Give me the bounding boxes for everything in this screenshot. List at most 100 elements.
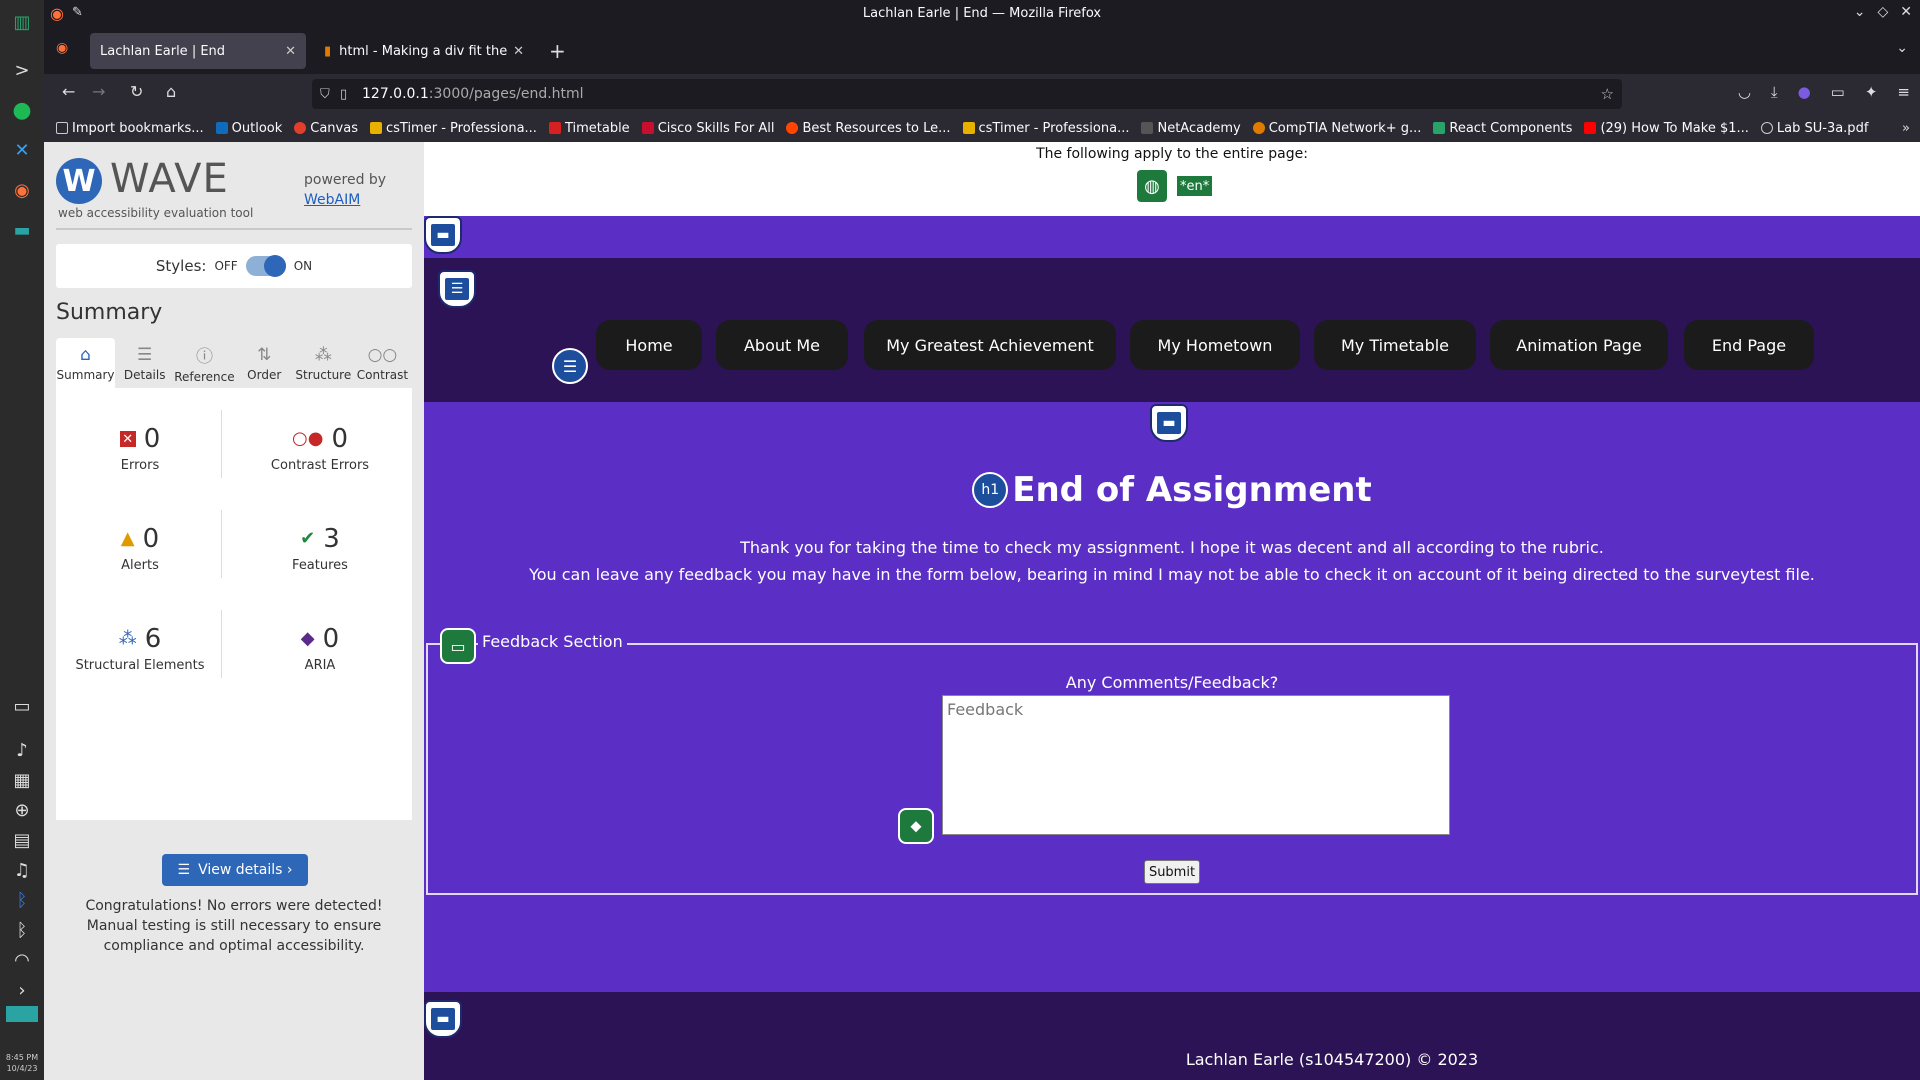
nav-hometown-button[interactable]: My Hometown <box>1130 320 1300 370</box>
tab-html-making-div[interactable]: ▮ html - Making a div fit the i ✕ <box>314 33 534 69</box>
pocket-icon[interactable]: ◡ <box>1738 83 1751 101</box>
clipboard-icon[interactable]: ▤ <box>8 826 36 854</box>
errors-stat[interactable]: ✕ 0 Errors <box>60 424 220 473</box>
list-tabs-icon[interactable]: ⌄ <box>1896 40 1908 56</box>
url-bar[interactable]: ⛉ ▯ 127.0.0.1:3000/pages/end.html ☆ <box>312 79 1622 109</box>
bookmark-item[interactable]: Canvas <box>294 121 358 136</box>
tab-summary[interactable]: ⌂ Summary <box>56 338 116 388</box>
structural-elements-stat[interactable]: ⁂ 6 Structural Elements <box>60 624 220 673</box>
page-content: The following apply to the entire page: … <box>424 142 1920 1080</box>
intro-paragraph-2: You can leave any feedback you may have … <box>529 565 1815 584</box>
tab-structure[interactable]: ⁂ Structure <box>294 338 353 388</box>
tab-order[interactable]: ⇅ Order <box>235 338 294 388</box>
page-info-text: The following apply to the entire page: <box>1036 146 1308 162</box>
minimize-icon[interactable]: ⌄ <box>1854 4 1866 20</box>
contrast-errors-stat[interactable]: ○● 0 Contrast Errors <box>240 424 400 473</box>
bookmark-star-icon[interactable]: ☆ <box>1601 85 1614 103</box>
bookmark-item[interactable]: Best Resources to Le... <box>786 121 951 136</box>
tab-close-icon[interactable]: ✕ <box>285 44 296 59</box>
firefox-view-icon[interactable]: ◉ <box>56 40 68 56</box>
bookmark-item[interactable]: Import bookmarks... <box>56 121 204 136</box>
header-region-icon[interactable]: ▬ <box>424 216 462 254</box>
forward-icon[interactable]: → <box>92 82 105 101</box>
nav-greatest-achievement-button[interactable]: My Greatest Achievement <box>864 320 1116 370</box>
profile-icon[interactable]: ● <box>1798 83 1811 101</box>
desktop-icon[interactable]: ▭ <box>8 692 36 720</box>
home-icon[interactable]: ⌂ <box>166 82 176 101</box>
clock-date: 10/4/23 <box>6 1063 38 1073</box>
footer-region-icon[interactable]: ▬ <box>424 1000 462 1038</box>
firefox-icon[interactable]: ◉ <box>8 176 36 204</box>
tab-bar: ◉ Lachlan Earle | End ✕ ▮ html - Making … <box>44 28 1920 74</box>
reddit-icon <box>786 122 799 134</box>
tab-close-icon[interactable]: ✕ <box>513 44 524 59</box>
bookmark-item[interactable]: NetAcademy <box>1141 121 1241 136</box>
language-globe-icon[interactable]: ◍ <box>1137 170 1167 202</box>
tab-reference[interactable]: ⓘ Reference <box>174 338 234 388</box>
divider <box>56 228 412 230</box>
webaim-link[interactable]: WebAIM <box>304 192 360 208</box>
notifications-icon[interactable]: ♪ <box>8 736 36 764</box>
reload-icon[interactable]: ↻ <box>130 82 143 101</box>
bookmark-item[interactable]: csTimer - Professiona... <box>962 121 1129 136</box>
feedback-textarea[interactable]: Feedback <box>942 695 1450 835</box>
bookmark-item[interactable]: (29) How To Make $1... <box>1584 121 1749 136</box>
nav-home-button[interactable]: Home <box>596 320 702 370</box>
bluetooth-alt-icon[interactable]: ᛒ <box>8 916 36 944</box>
info-icon: ⓘ <box>195 347 213 367</box>
unordered-list-icon[interactable]: ☰ <box>552 348 588 384</box>
bookmark-item[interactable]: csTimer - Professiona... <box>369 121 537 136</box>
vscode-icon[interactable]: ✕ <box>8 136 36 164</box>
app-grid-icon[interactable]: ▦ <box>8 766 36 794</box>
new-tab-icon[interactable]: + <box>549 39 566 63</box>
bookmark-item[interactable]: CompTIA Network+ g... <box>1252 121 1421 136</box>
expand-icon[interactable]: › <box>8 976 36 1004</box>
aria-stat[interactable]: ◆ 0 ARIA <box>240 624 400 673</box>
bookmark-item[interactable]: React Components <box>1433 121 1572 136</box>
extensions-icon[interactable]: ✦ <box>1865 83 1878 101</box>
order-icon: ⇅ <box>257 344 272 365</box>
main-region-icon[interactable]: ▬ <box>1150 404 1188 442</box>
language-badge[interactable]: *en* <box>1177 176 1213 196</box>
close-icon[interactable]: ✕ <box>1900 4 1912 20</box>
desktop-switcher-icon[interactable] <box>6 1006 38 1022</box>
nav-animation-button[interactable]: Animation Page <box>1490 320 1668 370</box>
app-menu-icon[interactable]: ▥ <box>8 8 36 36</box>
volume-icon[interactable]: ♫ <box>8 856 36 884</box>
alerts-stat[interactable]: ▲ 0 Alerts <box>60 524 220 573</box>
terminal-icon[interactable]: > <box>8 56 36 84</box>
shield-icon[interactable]: ⛉ <box>320 87 330 102</box>
tab-details[interactable]: ☰ Details <box>115 338 174 388</box>
bookmark-item[interactable]: Outlook <box>215 121 282 136</box>
fieldset-icon[interactable]: ▭ <box>440 628 476 664</box>
spotify-icon[interactable]: ● <box>8 96 36 124</box>
h1-badge-icon[interactable]: h1 <box>972 472 1009 508</box>
view-details-button[interactable]: ☰ View details › <box>162 854 308 886</box>
bookmark-item[interactable]: Cisco Skills For All <box>641 121 774 136</box>
update-icon[interactable]: ⊕ <box>8 796 36 824</box>
nav-end-page-button[interactable]: End Page <box>1684 320 1814 370</box>
feedback-label: Any Comments/Feedback? <box>1065 673 1279 692</box>
menu-icon[interactable]: ≡ <box>1897 83 1910 101</box>
navigation-region-icon[interactable]: ☰ <box>438 270 476 308</box>
maximize-icon[interactable]: ◇ <box>1877 4 1888 20</box>
clock-time: 8:45 PM <box>5 1053 39 1063</box>
features-stat[interactable]: ✔ 3 Features <box>240 524 400 573</box>
label-tag-icon[interactable]: ⬥ <box>898 808 934 844</box>
styles-toggle[interactable] <box>245 255 286 277</box>
more-bookmarks-icon[interactable]: » <box>1902 121 1910 136</box>
bluetooth-icon[interactable]: ᛒ <box>8 886 36 914</box>
wifi-icon[interactable]: ◠ <box>8 946 36 974</box>
nav-about-me-button[interactable]: About Me <box>716 320 848 370</box>
nav-timetable-button[interactable]: My Timetable <box>1314 320 1476 370</box>
downloads-icon[interactable]: ⤓ <box>1771 83 1778 101</box>
cast-icon[interactable]: ▭ <box>1831 83 1845 101</box>
tab-contrast[interactable]: ○○ Contrast <box>353 338 412 388</box>
submit-button[interactable]: Submit <box>1144 860 1200 884</box>
bookmark-item[interactable]: Timetable <box>548 121 630 136</box>
files-icon[interactable]: ▬ <box>8 216 36 244</box>
page-info-icon[interactable]: ▯ <box>340 87 347 102</box>
bookmark-item[interactable]: Lab SU-3a.pdf <box>1760 121 1868 136</box>
tab-lachlan-earle-end[interactable]: Lachlan Earle | End ✕ <box>90 33 306 69</box>
back-icon[interactable]: ← <box>62 82 75 101</box>
